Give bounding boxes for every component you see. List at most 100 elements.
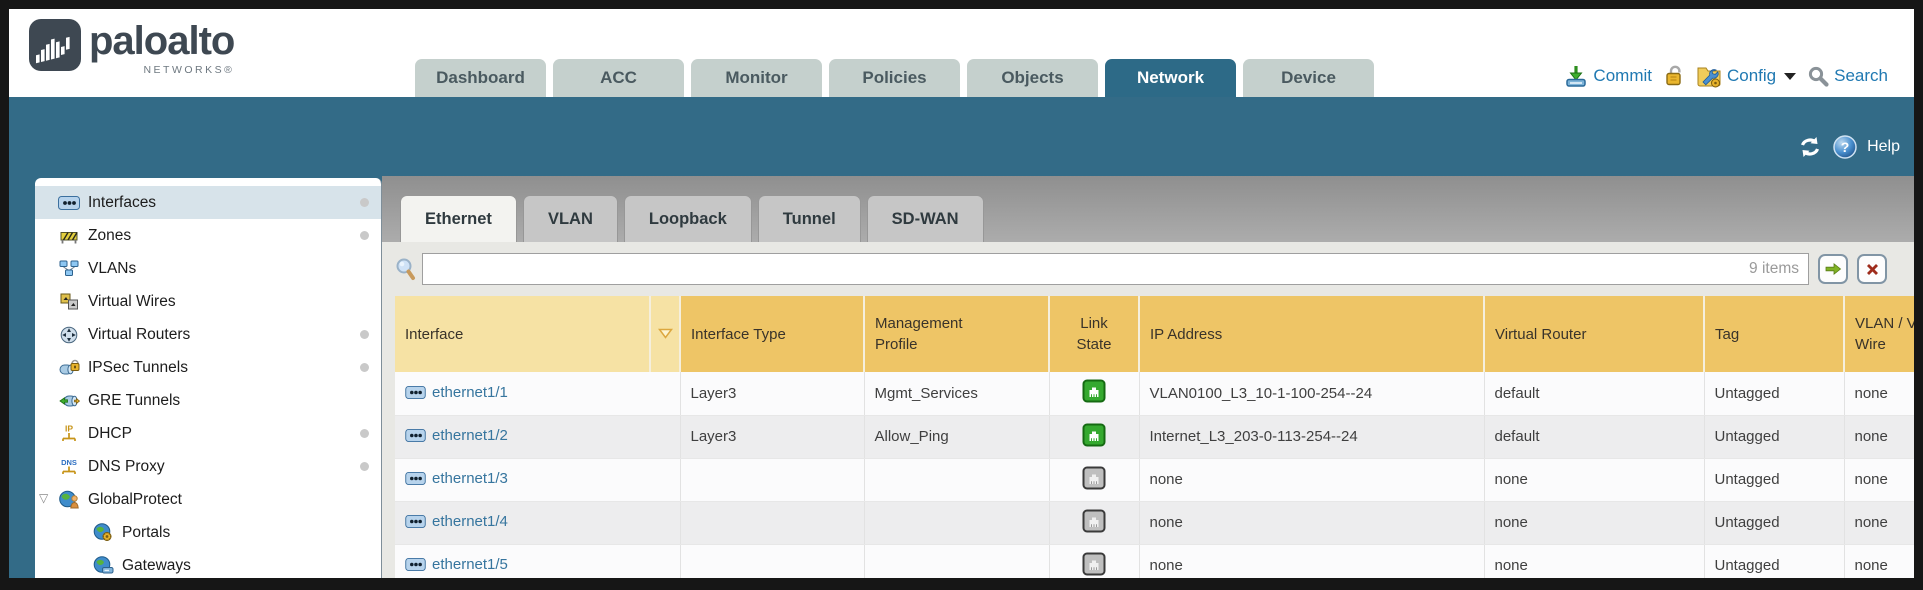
cell-vlan-wire: none: [1844, 372, 1914, 415]
cell-management-profile: Mgmt_Services: [864, 372, 1049, 415]
tab-network[interactable]: Network: [1105, 59, 1236, 97]
tab-dashboard[interactable]: Dashboard: [415, 59, 546, 97]
filter-input[interactable]: [422, 253, 1809, 285]
ipsec-tunnels-icon: [57, 358, 81, 377]
tab-acc[interactable]: ACC: [553, 59, 684, 97]
sidebar-item-label: GRE Tunnels: [88, 392, 180, 410]
subtab-loopback[interactable]: Loopback: [624, 195, 752, 242]
virtual-wires-icon: [57, 292, 81, 311]
column-header-interface[interactable]: Interface: [395, 296, 650, 372]
sidebar-item-label: Zones: [88, 227, 131, 245]
sidebar-item-virtual-routers[interactable]: Virtual Routers: [35, 318, 381, 351]
svg-text:DNS: DNS: [61, 458, 77, 467]
link-state-down-icon: [1082, 509, 1106, 537]
interfaces-icon: [57, 193, 81, 212]
tab-monitor[interactable]: Monitor: [691, 59, 822, 97]
cell-vlan-wire: none: [1844, 501, 1914, 544]
cell-virtual-router: none: [1484, 458, 1704, 501]
tab-policies[interactable]: Policies: [829, 59, 960, 97]
subtab-sd-wan[interactable]: SD-WAN: [867, 195, 984, 242]
paloalto-logo: paloalto NETWORKS®: [29, 19, 234, 76]
sidebar-item-dhcp[interactable]: IPDHCP: [35, 417, 381, 450]
link-state-up-icon: [1082, 423, 1106, 451]
interface-link[interactable]: ethernet1/2: [432, 427, 508, 444]
dns-proxy-icon: DNS: [57, 457, 81, 476]
cell-interface-type: [680, 501, 864, 544]
cell-ip-address: none: [1139, 544, 1484, 578]
search-button[interactable]: Search: [1807, 65, 1888, 87]
interfaces-table: Interface Interface Type Management Prof…: [395, 296, 1914, 578]
table-row[interactable]: ethernet1/4nonenoneUntaggednone: [395, 501, 1914, 544]
interfaces-table-zone: Interface Interface Type Management Prof…: [395, 296, 1914, 578]
interface-link[interactable]: ethernet1/5: [432, 556, 508, 573]
main-content: EthernetVLANLoopbackTunnelSD-WAN 9 items: [382, 176, 1914, 578]
sidebar-item-gateways[interactable]: Gateways: [35, 549, 381, 578]
sidebar-item-globalprotect[interactable]: ▽ GlobalProtect: [35, 483, 381, 516]
column-header-virtual-router[interactable]: Virtual Router: [1484, 296, 1704, 372]
clear-filter-button[interactable]: [1857, 254, 1887, 284]
expander-triangle-icon[interactable]: ▽: [39, 491, 48, 505]
subtab-tunnel[interactable]: Tunnel: [758, 195, 861, 242]
column-header-interface-type[interactable]: Interface Type: [680, 296, 864, 372]
cell-tag: Untagged: [1704, 458, 1844, 501]
sidebar-item-virtual-wires[interactable]: Virtual Wires: [35, 285, 381, 318]
sidebar-item-gre-tunnels[interactable]: GRE Tunnels: [35, 384, 381, 417]
secondary-bar-actions: ? Help: [1797, 135, 1900, 159]
apply-filter-button[interactable]: [1818, 254, 1848, 284]
status-dot: [360, 198, 369, 207]
cell-virtual-router: none: [1484, 501, 1704, 544]
cell-management-profile: [864, 458, 1049, 501]
cell-management-profile: [864, 544, 1049, 578]
commit-button[interactable]: Commit: [1564, 64, 1652, 88]
sidebar-item-interfaces[interactable]: Interfaces: [35, 186, 381, 219]
refresh-icon[interactable]: [1797, 136, 1823, 158]
help-icon[interactable]: ?: [1833, 135, 1857, 159]
sidebar-item-zones[interactable]: Zones: [35, 219, 381, 252]
subtab-ethernet[interactable]: Ethernet: [400, 195, 517, 242]
app-window: paloalto NETWORKS® DashboardACCMonitorPo…: [9, 9, 1914, 578]
lock-icon[interactable]: [1663, 64, 1685, 88]
ethernet-interface-icon: [405, 429, 426, 446]
column-header-tag[interactable]: Tag: [1704, 296, 1844, 372]
help-label[interactable]: Help: [1867, 138, 1900, 156]
config-icon: [1696, 64, 1722, 88]
column-header-ip-address[interactable]: IP Address: [1139, 296, 1484, 372]
interface-link[interactable]: ethernet1/4: [432, 513, 508, 530]
config-button[interactable]: Config: [1696, 64, 1796, 88]
column-header-link-state[interactable]: Link State: [1049, 296, 1139, 372]
interface-link[interactable]: ethernet1/1: [432, 384, 508, 401]
table-row[interactable]: ethernet1/1Layer3Mgmt_ServicesVLAN0100_L…: [395, 372, 1914, 415]
sidebar-item-ipsec-tunnels[interactable]: IPSec Tunnels: [35, 351, 381, 384]
status-dot: [360, 429, 369, 438]
sidebar-item-label: GlobalProtect: [88, 491, 182, 509]
sidebar-item-vlans[interactable]: VLANs: [35, 252, 381, 285]
globalprotect-icon: [57, 490, 81, 509]
table-row[interactable]: ethernet1/3nonenoneUntaggednone: [395, 458, 1914, 501]
sidebar-item-label: VLANs: [88, 260, 136, 278]
sidebar-item-dns-proxy[interactable]: DNSDNS Proxy: [35, 450, 381, 483]
cell-management-profile: Allow_Ping: [864, 415, 1049, 458]
column-header-management-profile[interactable]: Management Profile: [864, 296, 1049, 372]
cell-interface-type: Layer3: [680, 415, 864, 458]
column-header-vlan-wire[interactable]: VLAN / Virtual Wire: [1844, 296, 1914, 372]
cell-virtual-router: none: [1484, 544, 1704, 578]
commit-label: Commit: [1593, 66, 1652, 86]
portals-icon: [91, 523, 115, 542]
cell-ip-address: none: [1139, 458, 1484, 501]
sidebar-item-label: DHCP: [88, 425, 132, 443]
cell-link-state: [1049, 372, 1139, 415]
table-row[interactable]: ethernet1/2Layer3Allow_PingInternet_L3_2…: [395, 415, 1914, 458]
tab-objects[interactable]: Objects: [967, 59, 1098, 97]
tab-device[interactable]: Device: [1243, 59, 1374, 97]
sort-dropdown-button[interactable]: [650, 296, 680, 372]
sort-triangle-icon: [658, 328, 673, 339]
interface-link[interactable]: ethernet1/3: [432, 470, 508, 487]
table-row[interactable]: ethernet1/5nonenoneUntaggednone: [395, 544, 1914, 578]
sidebar-item-portals[interactable]: Portals: [35, 516, 381, 549]
cell-tag: Untagged: [1704, 544, 1844, 578]
subtab-vlan[interactable]: VLAN: [523, 195, 618, 242]
filter-search-icon: [394, 257, 416, 281]
table-header-row: Interface Interface Type Management Prof…: [395, 296, 1914, 372]
cell-virtual-router: default: [1484, 372, 1704, 415]
subtab-strip: EthernetVLANLoopbackTunnelSD-WAN: [382, 176, 1914, 242]
